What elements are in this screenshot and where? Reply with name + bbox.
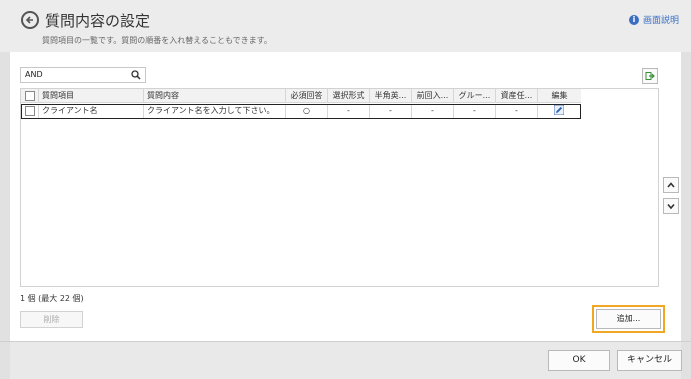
column-header-edit[interactable]: 編集	[538, 89, 581, 103]
help-label: 画面説明	[642, 16, 679, 26]
column-header-item[interactable]: 質問項目	[39, 89, 144, 103]
move-down-button[interactable]	[663, 198, 679, 214]
row-checkbox[interactable]	[25, 106, 35, 116]
back-button[interactable]	[21, 11, 39, 29]
right-margin	[681, 52, 691, 379]
chevron-up-icon	[667, 182, 675, 188]
cell-item: クライアント名	[39, 105, 144, 118]
delete-button[interactable]: 削除	[20, 311, 83, 328]
export-icon	[645, 72, 655, 80]
export-button[interactable]	[642, 68, 658, 84]
search-icon[interactable]	[131, 70, 141, 80]
cell-asset: -	[496, 105, 538, 118]
cell-edit	[538, 105, 579, 118]
add-button[interactable]: 追加...	[596, 309, 661, 329]
cell-select-format: -	[328, 105, 370, 118]
column-header-select-format[interactable]: 選択形式	[328, 89, 370, 103]
ok-button[interactable]: OK	[548, 350, 610, 371]
item-count: 1 個 (最大 22 個)	[20, 294, 84, 303]
column-header-group[interactable]: グルー...	[454, 89, 496, 103]
table-header: 質問項目 質問内容 必須回答 選択形式 半角英... 前回入... グルー...…	[21, 89, 581, 103]
column-header-content[interactable]: 質問内容	[144, 89, 286, 103]
page-header: 質問内容の設定 質問項目の一覧です。質問の順番を入れ替えることもできます。 i …	[0, 0, 691, 52]
back-arrow-icon	[25, 16, 33, 24]
table-row[interactable]: クライアント名 クライアント名を入力して下さい。 ○ - - - - -	[21, 104, 581, 119]
cell-half-width: -	[370, 105, 412, 118]
search-box[interactable]	[20, 67, 146, 83]
cell-required: ○	[286, 105, 328, 118]
question-table: 質問項目 質問内容 必須回答 選択形式 半角英... 前回入... グルー...…	[20, 88, 659, 287]
select-all-checkbox[interactable]	[25, 91, 35, 101]
search-input[interactable]	[25, 70, 125, 79]
column-header-half-width[interactable]: 半角英...	[370, 89, 412, 103]
footer-divider	[0, 341, 691, 342]
info-icon: i	[628, 14, 639, 25]
content-panel: 質問項目 質問内容 必須回答 選択形式 半角英... 前回入... グルー...…	[10, 52, 681, 341]
cell-group: -	[454, 105, 496, 118]
chevron-down-icon	[667, 203, 675, 210]
page-description: 質問項目の一覧です。質問の順番を入れ替えることもできます。	[42, 36, 272, 45]
column-header-asset[interactable]: 資産任...	[496, 89, 538, 103]
help-link[interactable]: i 画面説明	[628, 13, 679, 26]
left-margin	[0, 52, 10, 379]
column-header-required[interactable]: 必須回答	[286, 89, 328, 103]
cancel-button[interactable]: キャンセル	[617, 350, 682, 371]
column-header-previous[interactable]: 前回入...	[412, 89, 454, 103]
row-select-cell	[22, 105, 39, 118]
cell-previous: -	[412, 105, 454, 118]
pencil-icon[interactable]	[553, 105, 564, 115]
cell-content: クライアント名を入力して下さい。	[144, 105, 286, 118]
move-up-button[interactable]	[663, 177, 679, 193]
page-title: 質問内容の設定	[45, 12, 151, 30]
select-all-cell	[21, 89, 39, 103]
